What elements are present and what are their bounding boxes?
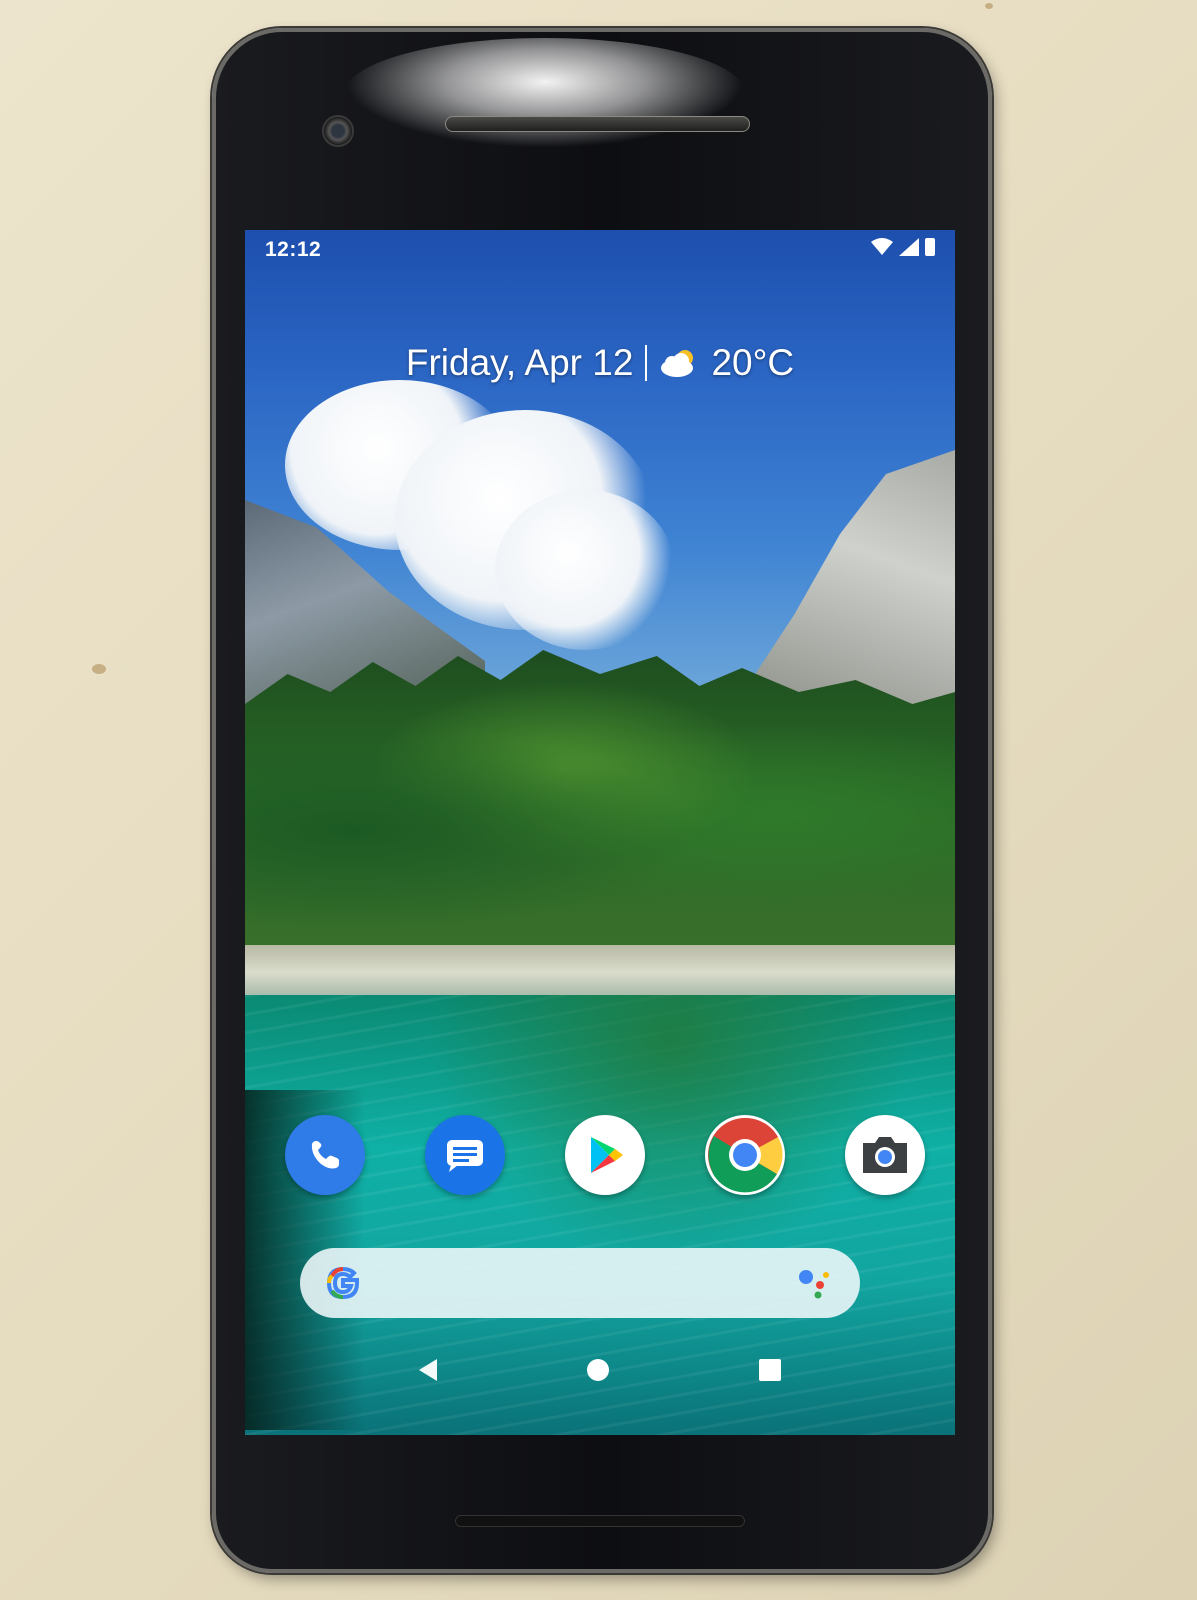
glance-temperature[interactable]: 20°C [711,342,794,384]
camera-app-icon[interactable] [845,1115,925,1195]
glance-date[interactable]: Friday, Apr 12 [406,342,634,384]
home-screen: 12:12 Friday, Apr 12 20°C [245,230,955,1435]
play-store-app-icon[interactable] [565,1115,645,1195]
chrome-app-icon[interactable] [705,1115,785,1195]
navigation-bar [245,1340,955,1400]
cloud [495,490,675,650]
signal-icon [899,238,919,256]
wall-spot [92,664,106,674]
google-g-icon[interactable] [324,1264,362,1302]
back-button[interactable] [419,1359,437,1381]
wifi-icon [871,238,893,255]
shore [245,945,955,1000]
recents-button[interactable] [759,1359,781,1381]
play-store-icon [591,1137,623,1173]
bottom-speaker [455,1515,745,1527]
chrome-icon [708,1118,783,1193]
wall-spot [985,3,993,9]
status-bar[interactable]: 12:12 [245,230,955,266]
earpiece-speaker [445,116,750,132]
status-time: 12:12 [265,238,322,261]
front-camera [322,115,354,147]
home-button[interactable] [587,1359,609,1381]
battery-icon [925,238,935,256]
glance-divider [645,345,648,381]
messages-icon [447,1140,483,1172]
forest [245,650,955,950]
status-icons [871,238,935,256]
phone-icon [311,1141,339,1169]
app-dock [285,1110,925,1200]
google-search-bar[interactable] [300,1248,860,1318]
messages-app-icon[interactable] [425,1115,505,1195]
camera-icon [863,1137,907,1173]
assistant-icon[interactable] [796,1265,836,1301]
partly-cloudy-icon [661,350,694,377]
at-a-glance-widget[interactable]: Friday, Apr 12 20°C [245,342,955,384]
phone-app-icon[interactable] [285,1115,365,1195]
